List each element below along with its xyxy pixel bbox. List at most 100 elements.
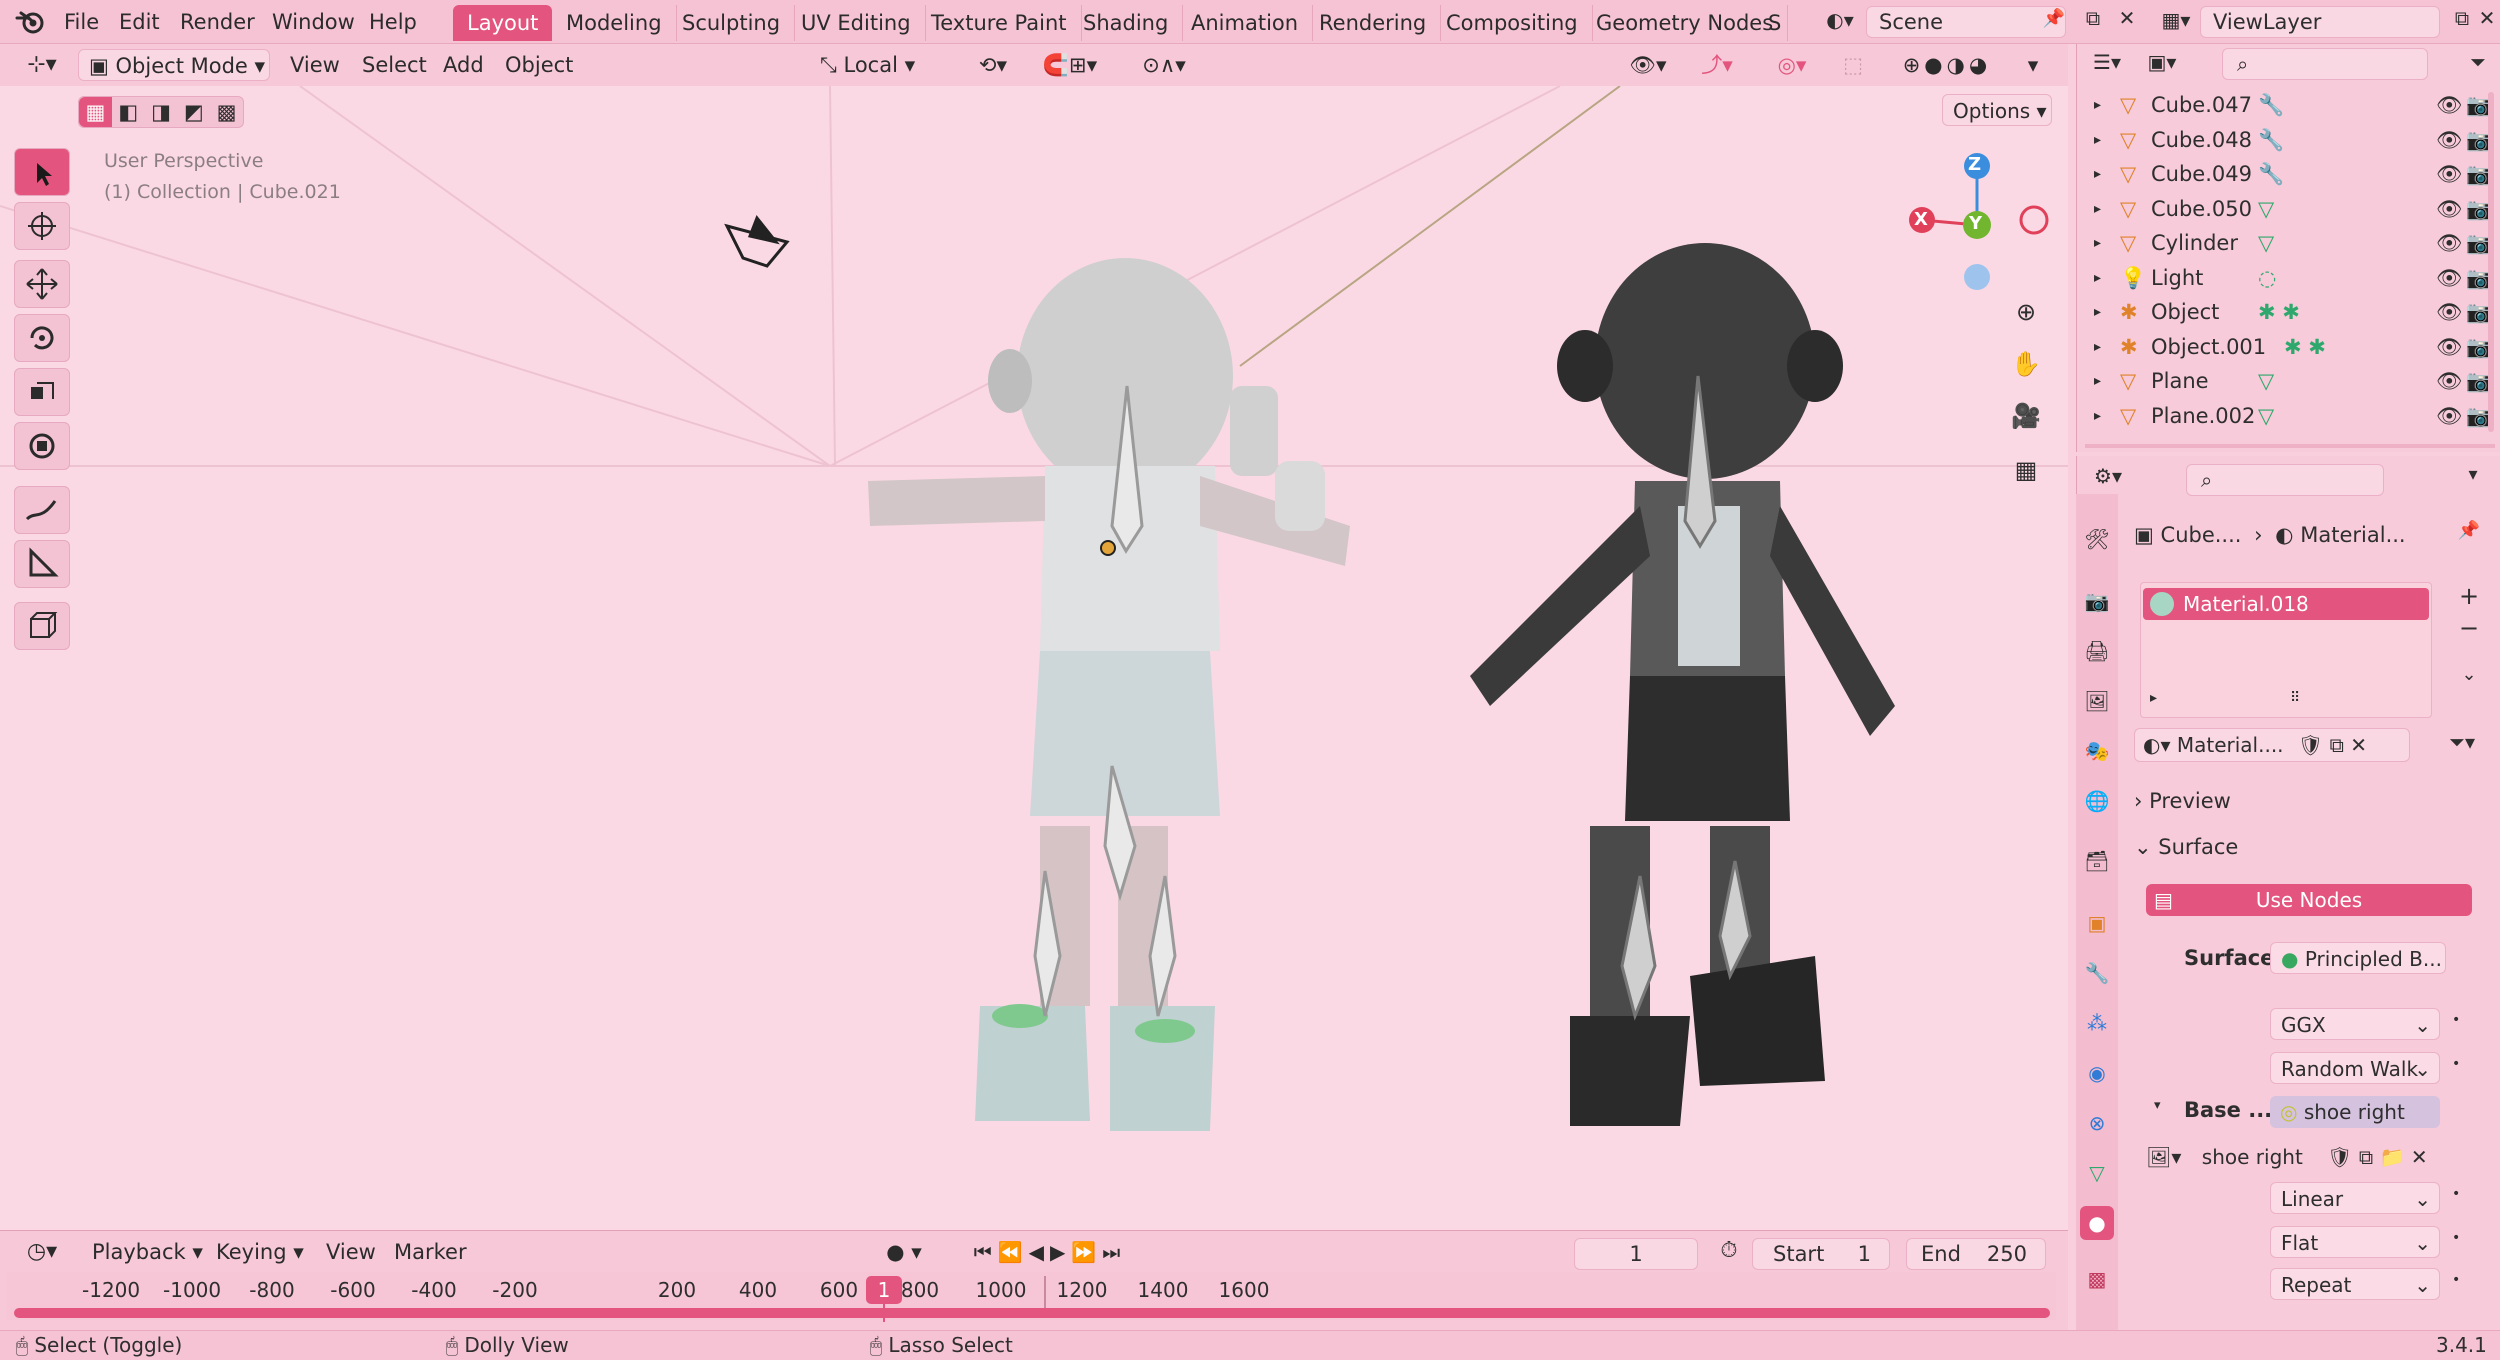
playhead[interactable]: 1 [866, 1276, 902, 1304]
physics-tab-icon[interactable]: ◉ [2080, 1056, 2114, 1090]
zoom-icon[interactable]: ⊕ [2008, 298, 2044, 334]
expand-arrow-icon[interactable]: ▸ [2094, 295, 2101, 329]
rotate-tool-icon[interactable] [14, 314, 70, 362]
outliner-item[interactable]: ▸ ▽ Plane ▽ 👁 📷 [2076, 364, 2500, 398]
menu-render[interactable]: Render [176, 6, 259, 38]
extension-dropdown[interactable]: Repeat ⌄ [2270, 1268, 2440, 1300]
menu-help[interactable]: Help [365, 6, 421, 38]
menu-edit[interactable]: Edit [115, 6, 164, 38]
new-scene-icon[interactable]: ⧉ [2076, 6, 2110, 38]
fake-user-icon[interactable]: 🛡 [2290, 733, 2323, 757]
scale-tool-icon[interactable] [14, 368, 70, 416]
eye-icon[interactable]: 👁 [2436, 157, 2463, 191]
eye-icon[interactable]: 👁 [2436, 192, 2463, 226]
mode-dropdown[interactable]: ▣ Object Mode ▾ [78, 49, 270, 81]
base-color-field[interactable]: ◎ shoe right [2270, 1096, 2440, 1128]
armature-data-icon[interactable]: ✱ ✱ [2284, 330, 2326, 364]
tab-layout[interactable]: Layout [453, 5, 553, 41]
annotate-tool-icon[interactable] [14, 486, 70, 534]
pivot-point-icon[interactable]: ⟲▾ [966, 49, 1020, 81]
properties-search-input[interactable]: ⌕ [2186, 464, 2384, 496]
outliner-item-name[interactable]: Cube.047 [2151, 88, 2252, 122]
add-slot-icon[interactable]: + [2454, 582, 2484, 610]
tab-geometry-nodes[interactable]: Geometry Nodes [1582, 5, 1789, 41]
expand-arrow-icon[interactable]: ▸ [2094, 364, 2101, 398]
output-tab-icon[interactable]: 🖨 [2080, 634, 2114, 668]
resize-handle-icon[interactable]: ⠿ [2290, 690, 2300, 706]
select-extend-icon[interactable]: ◧ [112, 97, 145, 127]
keyframe-dot-icon[interactable]: • [2452, 1056, 2460, 1072]
image-datablock[interactable]: 🖼▾ shoe right 🛡 ⧉ 📁 ✕ [2146, 1140, 2472, 1174]
select-intersect-icon[interactable]: ▩ [210, 97, 243, 127]
world-tab-icon[interactable]: 🌐 [2080, 784, 2114, 818]
mesh-data-icon[interactable]: ▽ [2258, 399, 2274, 433]
mesh-data-icon[interactable]: ▽ [2258, 226, 2274, 260]
render-tab-icon[interactable]: 📷 [2080, 584, 2114, 618]
cursor-tool-icon[interactable] [14, 202, 70, 250]
outliner-editor-type-icon[interactable]: ☰▾ [2084, 50, 2130, 80]
outliner-item-name[interactable]: Cube.050 [2151, 192, 2252, 226]
image-browse-icon[interactable]: 🖼▾ [2146, 1145, 2188, 1169]
eye-icon[interactable]: 👁 [2436, 88, 2463, 122]
collection-tab-icon[interactable]: 🗃 [2080, 844, 2114, 878]
3d-viewport[interactable] [0, 86, 2068, 1230]
surface-shader-field[interactable]: ● Principled B... [2270, 942, 2446, 974]
proportional-editing-icon[interactable]: ⊙∧▾ [1124, 49, 1204, 81]
view-layer-selector[interactable]: ViewLayer [2200, 6, 2440, 38]
menu-object[interactable]: Object [505, 49, 573, 81]
pin-icon[interactable]: 📌 [2454, 520, 2484, 541]
outliner-item[interactable]: ▸ ▽ Cylinder ▽ 👁 📷 [2076, 226, 2500, 260]
tab-uv-editing[interactable]: UV Editing [787, 5, 926, 41]
shading-modes-icon[interactable]: ⊕●◑◕ [1880, 49, 2014, 81]
outliner-hscroll[interactable] [2085, 444, 2495, 448]
breadcrumb-material[interactable]: Material... [2300, 523, 2405, 547]
material-datablock[interactable]: ◐▾ Material.... 🛡 ⧉ ✕ [2134, 728, 2410, 762]
material-tab-icon[interactable]: ● [2080, 1206, 2114, 1240]
expand-arrow-icon[interactable]: ▸ [2094, 123, 2101, 157]
wrench-icon[interactable]: 🔧 [2258, 157, 2284, 191]
delete-view-layer-icon[interactable]: ✕ [2474, 6, 2500, 38]
constraints-tab-icon[interactable]: ⊗ [2080, 1106, 2114, 1140]
shading-options-icon[interactable]: ▾ [2018, 49, 2048, 81]
transform-tool-icon[interactable] [14, 422, 70, 470]
outliner-item-name[interactable]: Cylinder [2151, 226, 2238, 260]
expand-arrow-icon[interactable]: ▸ [2094, 157, 2101, 191]
tab-scripting[interactable]: S [1762, 5, 1789, 41]
menu-window[interactable]: Window [268, 6, 359, 38]
expand-arrow-icon[interactable]: ▸ [2094, 261, 2101, 295]
outliner-scrollbar[interactable] [2488, 92, 2494, 432]
unlink-image-icon[interactable]: ✕ [2411, 1145, 2428, 1169]
unlink-material-icon[interactable]: ✕ [2350, 733, 2367, 757]
menu-add[interactable]: Add [443, 49, 484, 81]
tab-rendering[interactable]: Rendering [1305, 5, 1442, 41]
distribution-dropdown[interactable]: GGX ⌄ [2270, 1008, 2440, 1040]
eye-icon[interactable]: 👁 [2436, 364, 2463, 398]
expand-arrow-icon[interactable]: ▸ [2094, 399, 2101, 433]
filter-icon[interactable]: ⏷ [2458, 50, 2498, 80]
timeline-scrollbar[interactable] [14, 1308, 2050, 1318]
outliner-item-name[interactable]: Plane [2151, 364, 2209, 398]
tool-tab-icon[interactable]: 🛠 [2080, 522, 2114, 556]
expand-icon[interactable]: ▸ [2150, 690, 2157, 706]
wrench-icon[interactable]: 🔧 [2258, 123, 2284, 157]
properties-editor-type-icon[interactable]: ⚙▾ [2084, 464, 2132, 496]
select-tool-icon[interactable] [14, 148, 70, 196]
menu-select[interactable]: Select [362, 49, 427, 81]
outliner-item-name[interactable]: Cube.048 [2151, 123, 2252, 157]
menu-file[interactable]: File [60, 6, 103, 38]
wrench-icon[interactable]: 🔧 [2258, 88, 2284, 122]
stopwatch-icon[interactable]: ⏱ [1714, 1238, 1744, 1263]
eye-icon[interactable]: 👁 [2436, 123, 2463, 157]
snap-icon[interactable]: 🧲⊞▾ [1030, 49, 1110, 81]
expand-arrow-icon[interactable]: ▸ [2094, 330, 2101, 364]
object-tab-icon[interactable]: ▣ [2080, 906, 2114, 940]
overlays-icon[interactable]: ◎▾ [1762, 49, 1822, 81]
tab-compositing[interactable]: Compositing [1432, 5, 1593, 41]
texture-tab-icon[interactable]: ▩ [2080, 1262, 2114, 1296]
use-nodes-button[interactable]: ▤ Use Nodes [2146, 884, 2472, 916]
mesh-data-icon[interactable]: ▽ [2258, 192, 2274, 226]
select-new-icon[interactable]: ▦ [79, 97, 112, 127]
tab-shading[interactable]: Shading [1069, 5, 1184, 41]
material-slot-item[interactable]: Material.018 [2143, 588, 2429, 620]
measure-tool-icon[interactable] [14, 540, 70, 588]
